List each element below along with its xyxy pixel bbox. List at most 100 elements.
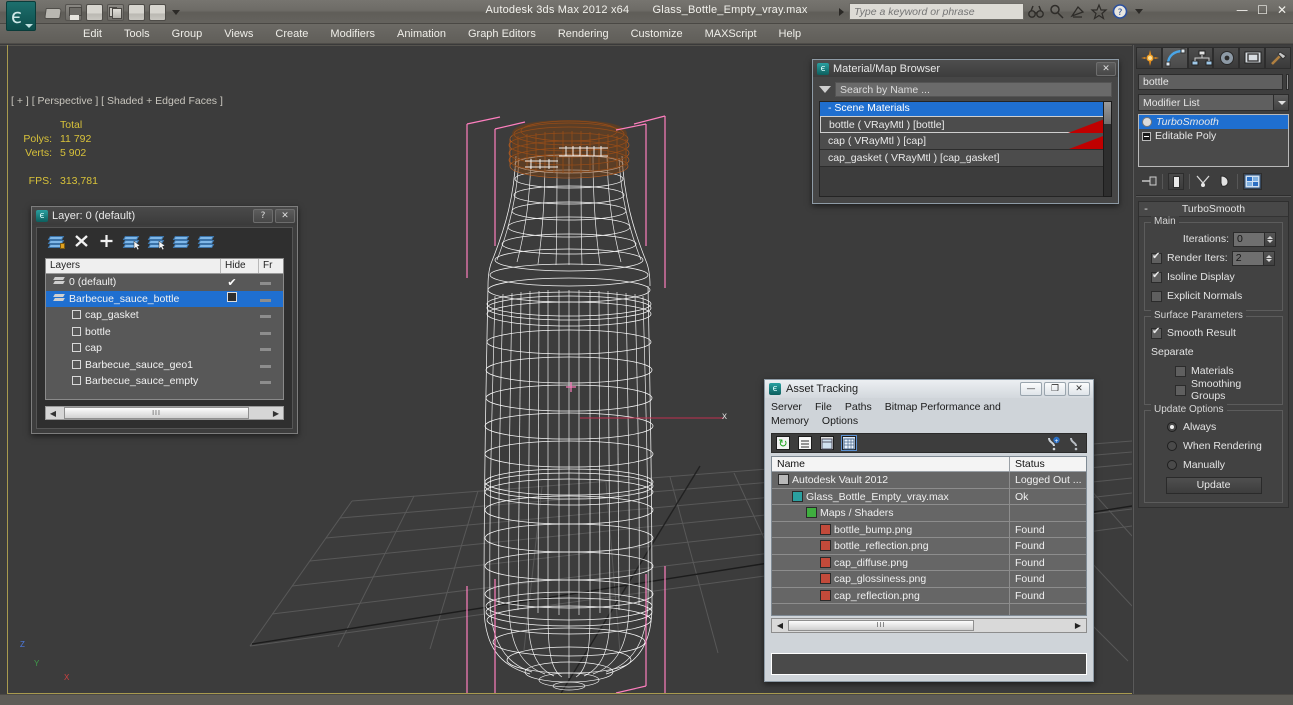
iterations-row[interactable]: Iterations: 0 <box>1151 231 1276 247</box>
asset-row[interactable]: bottle_reflection.png Found <box>772 538 1086 555</box>
layer-toolbar[interactable] <box>37 228 292 254</box>
asset-menu-server[interactable]: Server <box>771 401 802 413</box>
object-name-row[interactable] <box>1138 74 1289 90</box>
layer-row[interactable]: cap_gasket <box>46 307 283 324</box>
open-file-icon[interactable] <box>44 4 61 21</box>
menu-item-group[interactable]: Group <box>161 25 214 43</box>
modifier-stack-item[interactable]: Editable Poly <box>1139 129 1288 143</box>
explicit-normals-row[interactable]: Explicit Normals <box>1151 288 1276 304</box>
update-when-rendering-radio[interactable] <box>1167 441 1177 451</box>
asset-tracking-menubar[interactable]: Server File Paths Bitmap Performance and Me… <box>765 398 1093 430</box>
update-when-rendering-row[interactable]: When Rendering <box>1151 438 1276 454</box>
layer-row[interactable]: cap <box>46 340 283 357</box>
rollout-collapse-icon[interactable]: - <box>1139 203 1153 215</box>
layer-list[interactable]: Layers Hide Fr 0 (default) ✔ Barbecue_sauc… <box>45 258 284 400</box>
list-view-icon[interactable] <box>798 436 812 450</box>
menu-item-customize[interactable]: Customize <box>620 25 694 43</box>
asset-menu-options[interactable]: Options <box>822 415 858 427</box>
asset-menu-bitmap[interactable]: Bitmap Performance and Memory <box>771 401 1001 427</box>
make-unique-icon[interactable] <box>1195 174 1211 188</box>
object-color-swatch[interactable] <box>1286 74 1289 90</box>
menu-item-help[interactable]: Help <box>768 25 813 43</box>
material-map-browser-dialog[interactable]: є Material/Map Browser ✕ Search by Name … <box>812 59 1119 204</box>
asset-rows-container[interactable]: Autodesk Vault 2012 Logged Out ... Glass_B… <box>772 472 1086 615</box>
scrollbar-thumb[interactable]: III <box>64 407 249 419</box>
configure-modifier-sets-icon[interactable] <box>1243 172 1262 190</box>
layer-horizontal-scrollbar[interactable]: ◀ III ▶ <box>45 406 284 420</box>
material-browser-close-button[interactable]: ✕ <box>1096 61 1116 76</box>
asset-tracking-toolbar[interactable]: + <box>771 433 1087 453</box>
save-file-icon[interactable] <box>65 3 82 21</box>
render-iters-value[interactable]: 2 <box>1231 250 1264 266</box>
layer-row[interactable]: Barbecue_sauce_geo1 <box>46 357 283 374</box>
material-search-input[interactable]: Search by Name ... <box>835 81 1112 97</box>
binoculars-icon[interactable] <box>1027 3 1045 20</box>
satellite-icon[interactable] <box>1069 3 1087 20</box>
magnifier-icon[interactable] <box>1048 3 1066 20</box>
iterations-spinner[interactable] <box>1265 231 1276 247</box>
layer-row[interactable]: Barbecue_sauce_empty <box>46 373 283 390</box>
details-view-icon[interactable] <box>820 436 834 450</box>
quick-access-toolbar[interactable] <box>44 3 180 21</box>
help-icon[interactable] <box>1067 436 1082 451</box>
utilities-tab[interactable] <box>1265 47 1291 69</box>
modifier-list-dropdown[interactable]: Modifier List <box>1138 94 1289 111</box>
menu-item-maxscript[interactable]: MAXScript <box>694 25 768 43</box>
asset-row[interactable]: cap_reflection.png Found <box>772 587 1086 604</box>
menu-item-create[interactable]: Create <box>264 25 319 43</box>
menu-item-edit[interactable]: Edit <box>72 25 113 43</box>
asset-row[interactable]: Glass_Bottle_Empty_vray.max Ok <box>772 488 1086 505</box>
maximize-button[interactable]: ☐ <box>1257 3 1268 17</box>
filter-dropdown-icon[interactable] <box>819 85 831 93</box>
asset-tracking-help-buttons[interactable]: + <box>1045 436 1082 451</box>
chevron-down-icon[interactable] <box>1273 95 1288 110</box>
material-list-scrollbar[interactable] <box>1103 101 1112 197</box>
asset-horizontal-scrollbar[interactable]: ◀ III ▶ <box>771 618 1087 633</box>
render-iters-row[interactable]: Render Iters: 2 <box>1151 250 1276 266</box>
refresh-icon[interactable] <box>776 436 790 450</box>
help-icon[interactable]: ? <box>1111 3 1129 20</box>
asset-row[interactable]: cap_glossiness.png Found <box>772 571 1086 588</box>
set-key-icon[interactable] <box>107 3 124 21</box>
layer-dialog-titlebar[interactable]: є Layer: 0 (default) ? ✕ <box>32 207 297 225</box>
update-always-row[interactable]: Always <box>1151 419 1276 435</box>
asset-tracking-status-field[interactable] <box>771 653 1087 675</box>
search-input[interactable] <box>849 3 1024 20</box>
scroll-right-arrow[interactable]: ▶ <box>269 409 283 418</box>
asset-tracking-dialog[interactable]: є Asset Tracking — ❐ ✕ Server File Paths Bi… <box>764 379 1094 682</box>
material-rows-container[interactable]: bottle ( VRayMtl ) [bottle] cap ( VRayMtl… <box>820 116 1111 167</box>
highlight-selected-objects-icon[interactable] <box>147 234 166 250</box>
material-search-row[interactable]: Search by Name ... <box>819 81 1112 97</box>
menu-bar[interactable]: Edit Tools Group Views Create Modifiers Animat… <box>0 24 1293 44</box>
update-button[interactable]: Update <box>1165 477 1262 494</box>
scroll-left-arrow[interactable]: ◀ <box>46 409 60 418</box>
rollout-header[interactable]: - TurboSmooth <box>1139 202 1288 217</box>
render-iters-checkbox[interactable] <box>1151 251 1162 264</box>
grid-view-icon[interactable] <box>841 435 857 451</box>
help-new-icon[interactable]: + <box>1045 436 1060 451</box>
layer-rows-container[interactable]: 0 (default) ✔ Barbecue_sauce_bottle cap_gas… <box>46 274 283 390</box>
layer-row[interactable]: bottle <box>46 324 283 341</box>
create-tab[interactable] <box>1136 47 1162 69</box>
add-to-layer-icon[interactable] <box>99 234 114 248</box>
asset-row[interactable]: bottle_bump.png Found <box>772 521 1086 538</box>
asset-row[interactable]: Autodesk Vault 2012 Logged Out ... <box>772 472 1086 489</box>
layer-hide-cell[interactable] <box>247 326 283 338</box>
asset-tracking-minimize-button[interactable]: — <box>1020 382 1042 396</box>
layer-dialog-help-button[interactable]: ? <box>253 209 273 223</box>
modifier-stack-buttons[interactable] <box>1138 171 1289 191</box>
asset-tracking-restore-button[interactable]: ❐ <box>1044 382 1066 396</box>
material-row[interactable]: cap ( VRayMtl ) [cap] <box>820 133 1111 150</box>
layer-dialog[interactable]: є Layer: 0 (default) ? ✕ Layers Hide Fr … <box>31 206 298 434</box>
minimize-button[interactable]: — <box>1236 3 1248 17</box>
customize-qat-icon[interactable] <box>172 9 180 15</box>
motion-tab[interactable] <box>1213 47 1240 69</box>
menu-item-rendering[interactable]: Rendering <box>547 25 620 43</box>
command-panel[interactable]: Modifier List TurboSmoothEditable Poly <box>1133 45 1293 705</box>
isoline-display-checkbox[interactable] <box>1151 270 1162 283</box>
layer-row[interactable]: Barbecue_sauce_bottle <box>46 290 283 307</box>
editable-poly-icon[interactable] <box>1142 131 1151 141</box>
iterations-value[interactable]: 0 <box>1233 231 1265 247</box>
asset-tracking-grid[interactable]: Name Status Autodesk Vault 2012 Logged Ou… <box>771 456 1087 616</box>
material-row[interactable]: cap_gasket ( VRayMtl ) [cap_gasket] <box>820 150 1111 167</box>
